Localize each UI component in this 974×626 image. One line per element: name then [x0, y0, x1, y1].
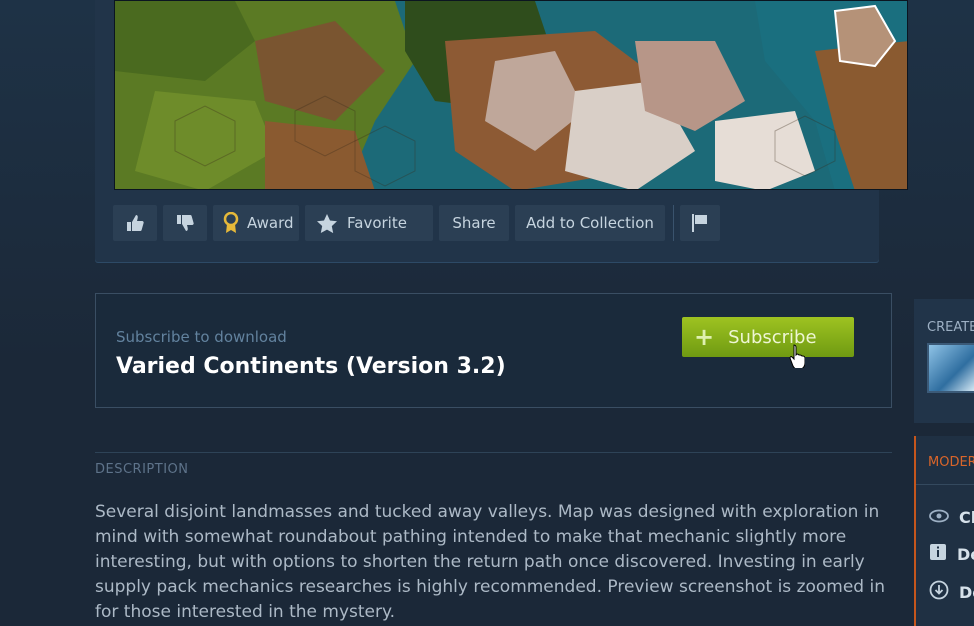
sidebar-row-label: Do	[959, 582, 974, 602]
award-label: Award	[247, 214, 294, 232]
preview-panel: Award Favorite Share Add to Collection	[95, 0, 908, 262]
description-text: Several disjoint landmasses and tucked a…	[95, 502, 886, 622]
action-divider	[673, 205, 674, 241]
subscribe-button[interactable]: + Subscribe	[682, 317, 854, 357]
moderation-divider	[916, 484, 974, 485]
sidebar-row-info[interactable]: De	[929, 543, 974, 565]
star-icon	[317, 213, 337, 233]
thumbs-down-button[interactable]	[163, 205, 207, 241]
sidebar-row-download[interactable]: Do	[929, 580, 974, 604]
add-to-collection-button[interactable]: Add to Collection	[515, 205, 665, 241]
sidebar-row-label: Cl	[959, 508, 974, 527]
flag-icon	[690, 213, 710, 233]
moderation-heading: MODER	[928, 455, 974, 470]
add-to-collection-label: Add to Collection	[526, 214, 654, 232]
download-icon	[929, 580, 949, 604]
action-bar: Award Favorite Share Add to Collection	[113, 205, 720, 241]
sidebar-row-eye[interactable]: Cl	[929, 508, 974, 527]
hand-cursor-icon	[789, 344, 806, 372]
thumbs-down-icon	[175, 214, 195, 232]
report-button[interactable]	[680, 205, 720, 241]
share-label: Share	[452, 214, 496, 232]
creator-panel: CREATE	[914, 299, 974, 423]
favorite-button[interactable]: Favorite	[305, 205, 433, 241]
award-icon	[223, 212, 239, 234]
subscribe-prompt: Subscribe to download	[116, 328, 287, 346]
thumbs-up-icon	[125, 214, 145, 232]
creator-avatar[interactable]	[927, 343, 974, 393]
moderation-panel: MODER Cl De Do	[914, 436, 974, 626]
subscribe-box: Subscribe to download Varied Continents …	[95, 293, 892, 408]
share-button[interactable]: Share	[439, 205, 509, 241]
description-heading: DESCRIPTION	[95, 462, 189, 477]
plus-icon: +	[694, 323, 715, 351]
info-icon	[929, 543, 947, 565]
sidebar-row-label: De	[957, 544, 974, 564]
thumbs-up-button[interactable]	[113, 205, 157, 241]
item-title: Varied Continents (Version 3.2)	[116, 354, 506, 379]
award-button[interactable]: Award	[213, 205, 299, 241]
favorite-label: Favorite	[347, 214, 407, 232]
eye-icon	[929, 508, 949, 527]
map-preview-image[interactable]	[114, 0, 908, 190]
description-divider	[95, 452, 892, 453]
creator-heading: CREATE	[927, 320, 974, 335]
